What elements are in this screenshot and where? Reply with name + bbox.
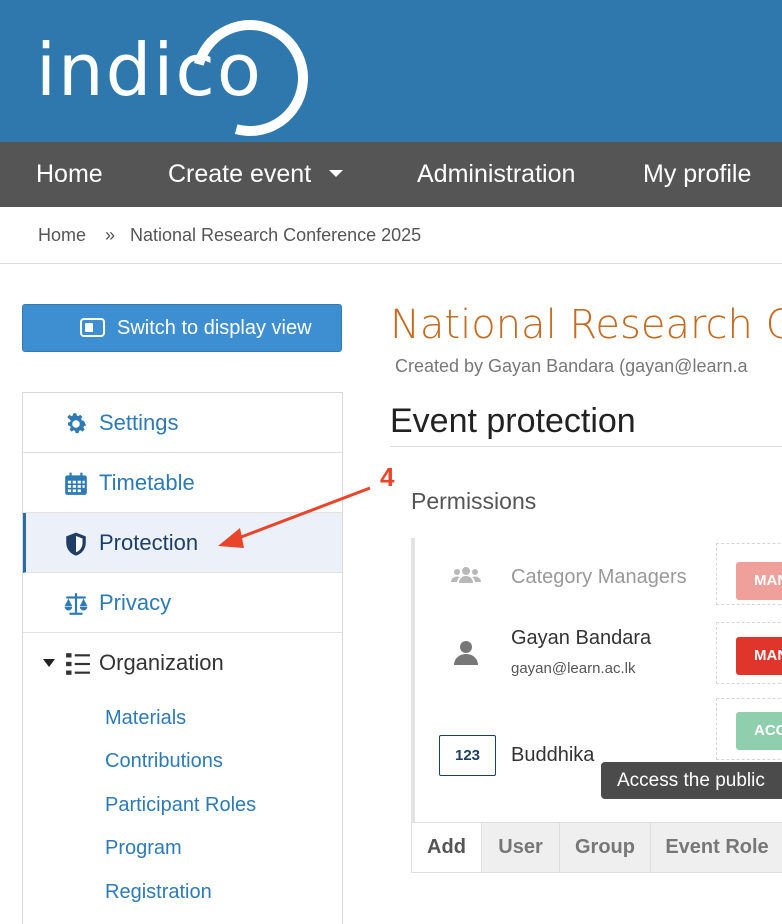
scale-icon xyxy=(64,593,88,615)
event-title: National Research Co xyxy=(390,302,782,348)
permission-entry-email: gayan@learn.ac.lk xyxy=(511,660,636,677)
sidebar-subitem-program[interactable]: Program xyxy=(105,835,182,861)
sidebar-item-label: Settings xyxy=(99,410,179,435)
step-number-annotation: 4 xyxy=(380,462,395,492)
sidebar-subitem-participant-roles[interactable]: Participant Roles xyxy=(105,792,256,818)
breadcrumb-event[interactable]: National Research Conference 2025 xyxy=(130,207,421,264)
sidebar-item-label: Protection xyxy=(99,530,199,555)
list-icon xyxy=(66,653,90,675)
title-divider xyxy=(390,446,782,447)
page-title: Event protection xyxy=(390,402,636,440)
calendar-icon xyxy=(65,472,87,495)
sidebar-item-timetable[interactable]: Timetable xyxy=(23,453,342,513)
manage-permission-badge[interactable]: MAN xyxy=(736,637,782,675)
nav-administration[interactable]: Administration xyxy=(417,142,575,207)
sidebar-item-settings[interactable]: Settings xyxy=(23,393,342,453)
sidebar-item-label: Organization xyxy=(99,650,224,675)
tab-user[interactable]: User xyxy=(482,823,560,872)
top-header: indico xyxy=(0,0,782,158)
main-navbar: Home Create event Administration My prof… xyxy=(0,142,782,207)
switch-button-label: Switch to display view xyxy=(117,317,312,339)
breadcrumb-home[interactable]: Home xyxy=(38,207,86,264)
nav-create-event[interactable]: Create event xyxy=(168,142,344,207)
group-icon xyxy=(451,567,481,583)
permission-badge-box: MAN xyxy=(716,543,782,605)
sidebar-item-label: Timetable xyxy=(99,470,195,495)
display-view-icon xyxy=(80,318,105,337)
sidebar-item-organization[interactable]: Organization xyxy=(23,633,342,693)
permissions-heading: Permissions xyxy=(411,488,537,514)
breadcrumb: Home » National Research Conference 2025 xyxy=(0,207,782,264)
logo-ring xyxy=(170,0,330,158)
tab-add[interactable]: Add xyxy=(412,823,482,872)
permission-tooltip: Access the public xyxy=(601,762,782,799)
nav-create-event-label: Create event xyxy=(168,160,312,188)
permission-badge-box: MAN xyxy=(716,622,782,684)
nav-home-label: Home xyxy=(36,160,103,188)
permission-entry-name: Category Managers xyxy=(511,566,687,588)
tab-group[interactable]: Group xyxy=(560,823,651,872)
gear-icon xyxy=(67,413,87,434)
nav-home[interactable]: Home xyxy=(36,142,103,207)
event-management-menu: Settings Timetable Protection Privacy Or… xyxy=(22,392,343,924)
chevron-down-icon xyxy=(329,169,344,177)
sidebar-item-privacy[interactable]: Privacy xyxy=(23,573,342,633)
sidebar-item-protection[interactable]: Protection xyxy=(23,513,342,573)
sidebar-subitem-contributions[interactable]: Contributions xyxy=(105,748,223,774)
user-icon xyxy=(454,641,478,665)
switch-to-display-view-button[interactable]: Switch to display view xyxy=(22,304,342,352)
sidebar-subitem-registration[interactable]: Registration xyxy=(105,879,212,905)
event-role-id-badge: 123 xyxy=(439,735,496,776)
permission-badge-box: ACC xyxy=(716,698,782,760)
nav-my-profile-label: My profile xyxy=(643,160,752,188)
permission-entry-name: Gayan Bandara xyxy=(511,627,652,649)
manage-permission-badge[interactable]: MAN xyxy=(736,562,782,600)
permission-entry-name: Buddhika xyxy=(511,744,595,766)
caret-down-icon xyxy=(43,659,55,667)
sidebar-subitem-materials[interactable]: Materials xyxy=(105,705,186,731)
nav-my-profile[interactable]: My profile xyxy=(643,142,751,207)
add-permission-tabs: Add User Group Event Role xyxy=(411,822,782,873)
tab-event-role[interactable]: Event Role xyxy=(651,823,782,872)
breadcrumb-separator: » xyxy=(105,225,116,245)
nav-administration-label: Administration xyxy=(417,160,576,188)
access-permission-badge[interactable]: ACC xyxy=(736,712,782,750)
shield-icon xyxy=(66,532,86,556)
sidebar-item-label: Privacy xyxy=(99,590,172,615)
indico-logo[interactable]: indico xyxy=(36,0,330,158)
event-creator: Created by Gayan Bandara (gayan@learn.a xyxy=(395,356,748,376)
